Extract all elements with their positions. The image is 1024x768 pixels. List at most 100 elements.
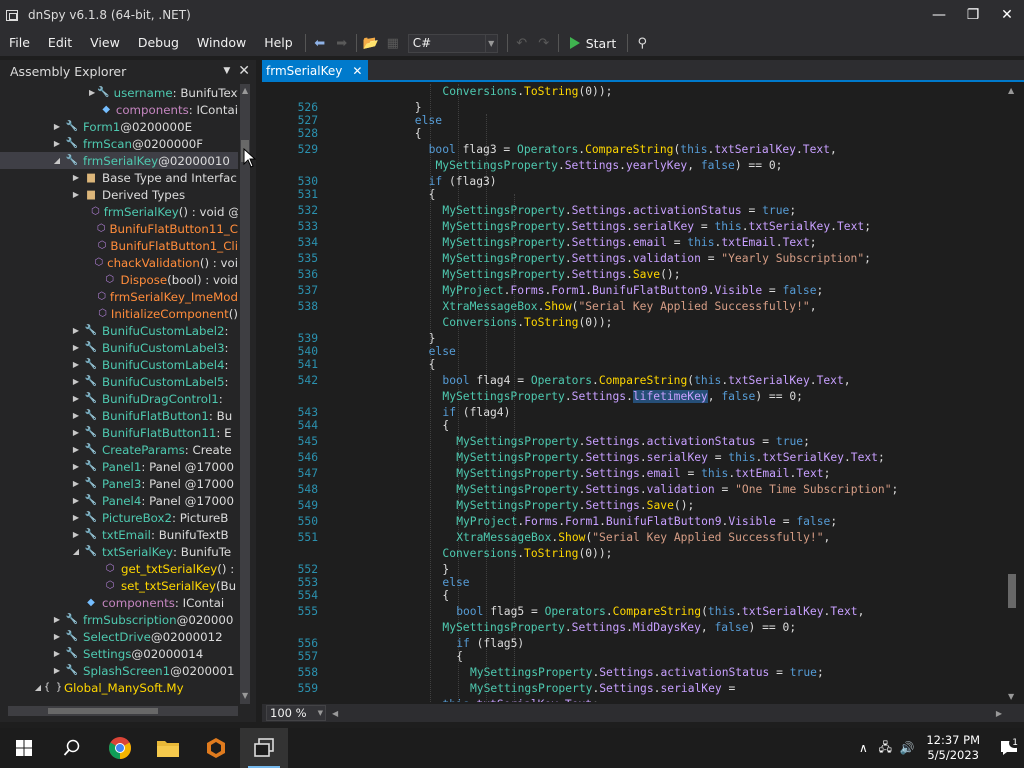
menu-edit[interactable]: Edit: [39, 30, 81, 56]
tree-node[interactable]: ▶ 🔧 frmSubscription @020000: [0, 611, 238, 628]
tree-node[interactable]: ⬡ BunifuFlatButton11_C: [0, 220, 238, 237]
scrollbar-thumb[interactable]: [48, 708, 158, 714]
taskbar-app[interactable]: [192, 728, 240, 768]
scroll-left-icon[interactable]: ◀: [332, 709, 338, 718]
tree-expander-icon[interactable]: ▶: [51, 649, 63, 658]
tree-node[interactable]: ▶ 🔧 Panel3 : Panel @17000: [0, 475, 238, 492]
explorer-vertical-scrollbar[interactable]: [240, 84, 250, 704]
menu-view[interactable]: View: [81, 30, 129, 56]
network-icon[interactable]: 🖧: [874, 738, 896, 759]
tree-expander-icon[interactable]: ▶: [51, 632, 63, 641]
notifications-button[interactable]: 1: [994, 728, 1024, 768]
tree-expander-icon[interactable]: ▶: [70, 513, 82, 522]
scroll-right-icon[interactable]: ▶: [996, 709, 1002, 718]
code-view[interactable]: Conversions.ToString(0)); 526} 527 else 528{…: [278, 84, 1008, 702]
tree-expander-icon[interactable]: ▶: [70, 462, 82, 471]
tree-expander-icon[interactable]: ▶: [51, 666, 63, 675]
tree-expander-icon[interactable]: ▶: [70, 343, 82, 352]
tree-node[interactable]: ▶ 🔧 BunifuFlatButton11 : E: [0, 424, 238, 441]
tree-node[interactable]: ◢ 🔧 txtSerialKey : BunifuTe: [0, 543, 238, 560]
tree-node[interactable]: ▶ 🔧 SplashScreen1 @0200001: [0, 662, 238, 679]
scroll-down-icon[interactable]: ▼: [242, 691, 248, 700]
tree-node[interactable]: ⬡ set_txtSerialKey (Bu: [0, 577, 238, 594]
tree-node[interactable]: ▶ 🔧 CreateParams : Create: [0, 441, 238, 458]
tree-node[interactable]: ⬡ BunifuFlatButton1_Cli: [0, 237, 238, 254]
tree-node[interactable]: ▶ 🔧 BunifuCustomLabel3 :: [0, 339, 238, 356]
tree-expander-icon[interactable]: ▶: [70, 360, 82, 369]
tree-node[interactable]: ▶ 🔧 SelectDrive @02000012: [0, 628, 238, 645]
tree-node[interactable]: ▶ 🔧 BunifuCustomLabel4 :: [0, 356, 238, 373]
tree-expander-icon[interactable]: ▶: [70, 377, 82, 386]
tree-expander-icon[interactable]: ▶: [70, 326, 82, 335]
tree-node[interactable]: ⬡ frmSerialKey_ImeMod: [0, 288, 238, 305]
menu-debug[interactable]: Debug: [129, 30, 188, 56]
tree-node[interactable]: ▶ 🔧 BunifuCustomLabel2 :: [0, 322, 238, 339]
tree-expander-icon[interactable]: ▶: [70, 428, 82, 437]
scroll-down-icon[interactable]: ▼: [1008, 692, 1014, 701]
menu-window[interactable]: Window: [188, 30, 255, 56]
close-icon[interactable]: ✕: [352, 64, 362, 78]
volume-icon[interactable]: 🔊: [896, 741, 918, 755]
tree-node[interactable]: ▶ 🔧 BunifuCustomLabel5 :: [0, 373, 238, 390]
tree-expander-icon[interactable]: ◢: [32, 683, 44, 692]
tree-expander-icon[interactable]: ▶: [70, 190, 82, 199]
tab-frmserialkey[interactable]: frmSerialKey ✕: [262, 60, 369, 82]
tree-expander-icon[interactable]: ◢: [51, 156, 63, 165]
scroll-up-icon[interactable]: ▲: [242, 86, 248, 95]
tree-node[interactable]: ▶ 🔧 PictureBox2 : PictureB: [0, 509, 238, 526]
tree-node[interactable]: ▶ 🔧 BunifuDragControl1 :: [0, 390, 238, 407]
editor-vertical-scrollbar[interactable]: [1006, 84, 1018, 702]
minimize-button[interactable]: —: [922, 0, 956, 30]
chevron-up-icon[interactable]: ∧: [852, 741, 874, 755]
tree-node[interactable]: ◆ components : IContai: [0, 101, 238, 118]
tree-node[interactable]: ◢ 🔧 frmSerialKey @02000010: [0, 152, 238, 169]
tree-expander-icon[interactable]: ▶: [70, 496, 82, 505]
tree-node[interactable]: ⬡ InitializeComponent(): [0, 305, 238, 322]
zoom-select[interactable]: 100 % ▼: [266, 705, 326, 721]
close-icon[interactable]: ✕: [238, 63, 250, 79]
clock[interactable]: 12:37 PM 5/5/2023: [926, 733, 980, 763]
tree-node[interactable]: ▶ 🔧 txtEmail : BunifuTextB: [0, 526, 238, 543]
scrollbar-thumb[interactable]: [1008, 574, 1016, 608]
start-menu-button[interactable]: [0, 728, 48, 768]
close-button[interactable]: ✕: [990, 0, 1024, 30]
tree-expander-icon[interactable]: ▶: [51, 615, 63, 624]
tree-node[interactable]: ▶ 🔧 Form1 @0200000E: [0, 118, 238, 135]
tree-expander-icon[interactable]: ▶: [89, 88, 95, 97]
tree-node[interactable]: ⬡ frmSerialKey() : void @: [0, 203, 238, 220]
tree-expander-icon[interactable]: ▶: [51, 122, 63, 131]
assembly-tree[interactable]: ▶ 🔧 username : BunifuText ◆ components : ICo…: [0, 84, 238, 760]
tree-node[interactable]: ▶ 🔧 Panel1 : Panel @17000: [0, 458, 238, 475]
tree-node[interactable]: ◆ components : IContai: [0, 594, 238, 611]
tree-node[interactable]: ▶ 🔧 Settings @02000014: [0, 645, 238, 662]
chevron-down-icon[interactable]: ▼: [223, 66, 230, 76]
taskbar-file-explorer[interactable]: [144, 728, 192, 768]
tree-expander-icon[interactable]: ▶: [70, 411, 82, 420]
tree-expander-icon[interactable]: ▶: [51, 139, 63, 148]
tree-node[interactable]: ◢{ } Global_ManySoft.My: [0, 679, 238, 696]
tree-node[interactable]: ▶ ▆ Derived Types: [0, 186, 238, 203]
tree-node[interactable]: ▶ 🔧 Panel4 : Panel @17000: [0, 492, 238, 509]
open-folder-icon[interactable]: 📂: [360, 32, 382, 54]
taskbar-dnspy[interactable]: [240, 728, 288, 768]
navigate-back-icon[interactable]: ⬅: [309, 32, 331, 54]
start-button[interactable]: Start: [562, 32, 625, 54]
tree-node[interactable]: ⬡ get_txtSerialKey() :: [0, 560, 238, 577]
tree-node[interactable]: ▶ ▆ Base Type and Interfac: [0, 169, 238, 186]
tree-expander-icon[interactable]: ▶: [70, 530, 82, 539]
menu-help[interactable]: Help: [255, 30, 302, 56]
tree-node[interactable]: ⬡ Dispose (bool) : void: [0, 271, 238, 288]
language-select[interactable]: C# ▼: [407, 33, 498, 53]
tree-expander-icon[interactable]: ▶: [70, 394, 82, 403]
tree-node[interactable]: ▶ 🔧 frmScan @0200000F: [0, 135, 238, 152]
tree-node[interactable]: ⬡ chackValidation() : voi: [0, 254, 238, 271]
navigate-forward-icon[interactable]: ➡: [331, 32, 353, 54]
scroll-up-icon[interactable]: ▲: [1008, 86, 1014, 95]
explorer-horizontal-scrollbar[interactable]: [8, 706, 238, 716]
search-button[interactable]: [48, 728, 96, 768]
tree-node[interactable]: ▶ 🔧 username : BunifuText: [0, 84, 238, 101]
menu-file[interactable]: File: [0, 30, 39, 56]
tree-expander-icon[interactable]: ▶: [70, 479, 82, 488]
tree-node[interactable]: ▶ 🔧 BunifuFlatButton1 : Bu: [0, 407, 238, 424]
open-list-icon[interactable]: ▦: [382, 32, 404, 54]
